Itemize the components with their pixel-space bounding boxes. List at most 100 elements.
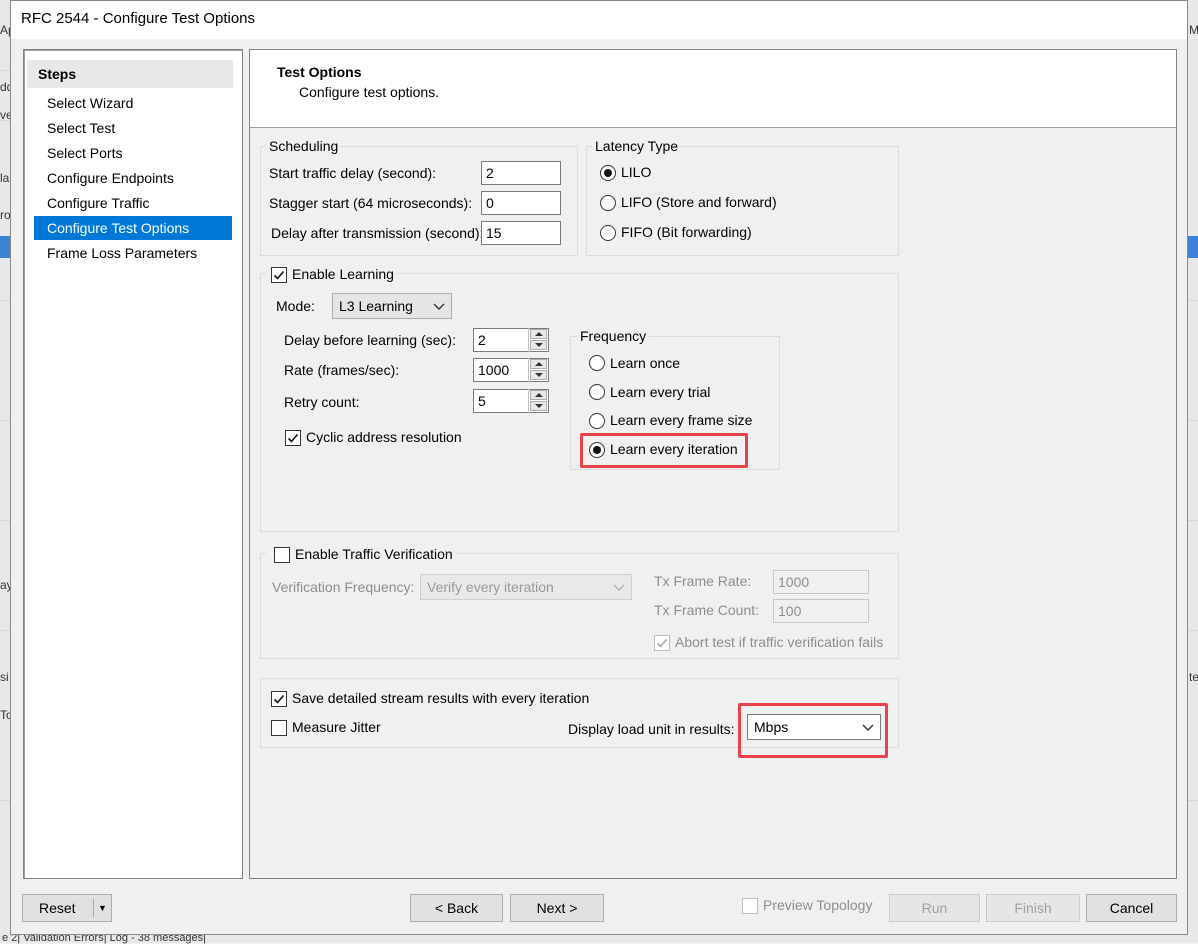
options-header: Test Options Configure test options.: [250, 50, 1176, 128]
back-button[interactable]: < Back: [410, 894, 503, 922]
next-button[interactable]: Next >: [510, 894, 604, 922]
step-select-wizard[interactable]: Select Wizard: [34, 91, 232, 115]
reset-label: Reset: [39, 900, 76, 916]
stagger-input[interactable]: 0: [481, 191, 561, 215]
learn-every-trial-radio[interactable]: [589, 384, 605, 400]
frequency-legend: Frequency: [577, 328, 650, 344]
verification-frequency-dropdown[interactable]: Verify every iteration: [420, 574, 632, 600]
retry-spinner[interactable]: [528, 389, 548, 413]
cancel-button[interactable]: Cancel: [1086, 894, 1177, 922]
check-icon: [273, 694, 285, 704]
tx-frame-count-input[interactable]: 100: [773, 599, 869, 623]
finish-button[interactable]: Finish: [986, 894, 1080, 922]
spin-up-icon[interactable]: [530, 359, 547, 369]
step-configure-endpoints[interactable]: Configure Endpoints: [34, 166, 232, 190]
enable-learning-label[interactable]: Enable Learning: [292, 266, 394, 282]
step-select-test[interactable]: Select Test: [34, 116, 232, 140]
next-label: Next >: [536, 900, 578, 916]
learning-delay-label: Delay before learning (sec):: [284, 332, 456, 348]
learning-delay-spinner[interactable]: [528, 328, 548, 352]
back-label: < Back: [434, 900, 479, 916]
enable-learning-checkbox[interactable]: [271, 267, 287, 283]
window-title: RFC 2544 - Configure Test Options: [21, 10, 256, 27]
start-delay-label: Start traffic delay (second):: [269, 165, 437, 181]
options-panel: Test Options Configure test options. Sch…: [249, 49, 1177, 879]
finish-label: Finish: [1014, 900, 1052, 916]
cyclic-checkbox[interactable]: [285, 430, 301, 446]
verification-frequency-value: Verify every iteration: [427, 579, 554, 595]
spin-up-icon[interactable]: [530, 390, 547, 400]
spin-up-icon[interactable]: [530, 329, 547, 339]
learn-every-frame-size-radio[interactable]: [589, 413, 605, 429]
page-title: Test Options: [277, 64, 362, 80]
bg-stub-4: la: [0, 171, 10, 185]
bg-stub-7: si: [0, 670, 9, 684]
measure-jitter-label[interactable]: Measure Jitter: [292, 719, 381, 735]
bg-stub-right-1: M: [1189, 23, 1198, 37]
latency-lilo-radio[interactable]: [600, 165, 616, 181]
reset-button[interactable]: Reset ▼: [22, 894, 112, 922]
highlight-frame-load-unit: [738, 703, 888, 758]
run-button[interactable]: Run: [889, 894, 980, 922]
step-frame-loss-parameters[interactable]: Frame Loss Parameters: [34, 241, 232, 265]
start-delay-input[interactable]: 2: [481, 161, 561, 185]
step-configure-test-options[interactable]: Configure Test Options: [34, 216, 232, 240]
steps-panel: Steps Select Wizard Select Test Select P…: [23, 49, 243, 879]
spin-down-icon[interactable]: [530, 370, 547, 380]
spin-down-icon[interactable]: [530, 401, 547, 411]
rate-spinner[interactable]: [528, 358, 548, 382]
learn-once-radio[interactable]: [589, 355, 605, 371]
enable-verification-label[interactable]: Enable Traffic Verification: [295, 546, 453, 562]
run-label: Run: [921, 900, 948, 916]
tx-frame-count-label: Tx Frame Count:: [654, 602, 760, 618]
check-icon: [656, 638, 668, 648]
stagger-label: Stagger start (64 microseconds):: [269, 195, 473, 211]
mode-value: L3 Learning: [339, 298, 413, 314]
step-configure-traffic[interactable]: Configure Traffic: [34, 191, 232, 215]
latency-lifo-radio[interactable]: [600, 195, 616, 211]
learn-every-trial-label[interactable]: Learn every trial: [610, 384, 710, 400]
configure-test-options-dialog: RFC 2544 - Configure Test Options Steps …: [10, 0, 1188, 935]
abort-checkbox[interactable]: [654, 635, 670, 651]
save-results-label[interactable]: Save detailed stream results with every …: [292, 690, 589, 706]
mode-dropdown[interactable]: L3 Learning: [332, 293, 452, 319]
abort-label[interactable]: Abort test if traffic verification fails: [675, 634, 883, 650]
preview-topology-label[interactable]: Preview Topology: [763, 897, 872, 913]
preview-topology-checkbox[interactable]: [742, 898, 758, 914]
latency-lifo-label[interactable]: LIFO (Store and forward): [621, 194, 777, 210]
spin-down-icon[interactable]: [530, 340, 547, 350]
tx-frame-rate-input[interactable]: 1000: [773, 570, 869, 594]
background-selection-bar: [0, 236, 10, 258]
cancel-label: Cancel: [1109, 900, 1154, 916]
save-results-checkbox[interactable]: [271, 691, 287, 707]
retry-label: Retry count:: [284, 394, 360, 410]
page-subtitle: Configure test options.: [299, 84, 440, 100]
chevron-down-icon: [613, 584, 625, 591]
steps-heading: Steps: [27, 60, 233, 88]
chevron-down-icon: [433, 303, 445, 310]
enable-verification-checkbox[interactable]: [274, 547, 290, 563]
background-selection-bar-right: [1188, 236, 1198, 258]
bg-stub-right-2: te: [1189, 670, 1198, 684]
delay-after-label: Delay after transmission (second):: [271, 225, 484, 241]
mode-label: Mode:: [276, 298, 315, 314]
scheduling-legend: Scheduling: [266, 138, 342, 154]
rate-label: Rate (frames/sec):: [284, 362, 400, 378]
tx-frame-rate-label: Tx Frame Rate:: [654, 573, 752, 589]
title-bar: RFC 2544 - Configure Test Options: [11, 1, 1187, 39]
step-select-ports[interactable]: Select Ports: [34, 141, 232, 165]
delay-after-input[interactable]: 15: [481, 221, 561, 245]
check-icon: [273, 270, 285, 280]
highlight-frame-frequency: [580, 433, 748, 468]
measure-jitter-checkbox[interactable]: [271, 720, 287, 736]
latency-fifo-radio[interactable]: [600, 225, 616, 241]
latency-fifo-label[interactable]: FIFO (Bit forwarding): [621, 224, 752, 240]
latency-lilo-label[interactable]: LILO: [621, 164, 651, 180]
latency-legend: Latency Type: [592, 138, 682, 154]
dropdown-arrow-icon[interactable]: ▼: [98, 895, 107, 921]
load-unit-label: Display load unit in results:: [568, 721, 735, 737]
cyclic-label[interactable]: Cyclic address resolution: [306, 429, 462, 445]
verification-frequency-label: Verification Frequency:: [272, 579, 415, 595]
learn-every-frame-size-label[interactable]: Learn every frame size: [610, 412, 752, 428]
learn-once-label[interactable]: Learn once: [610, 355, 680, 371]
